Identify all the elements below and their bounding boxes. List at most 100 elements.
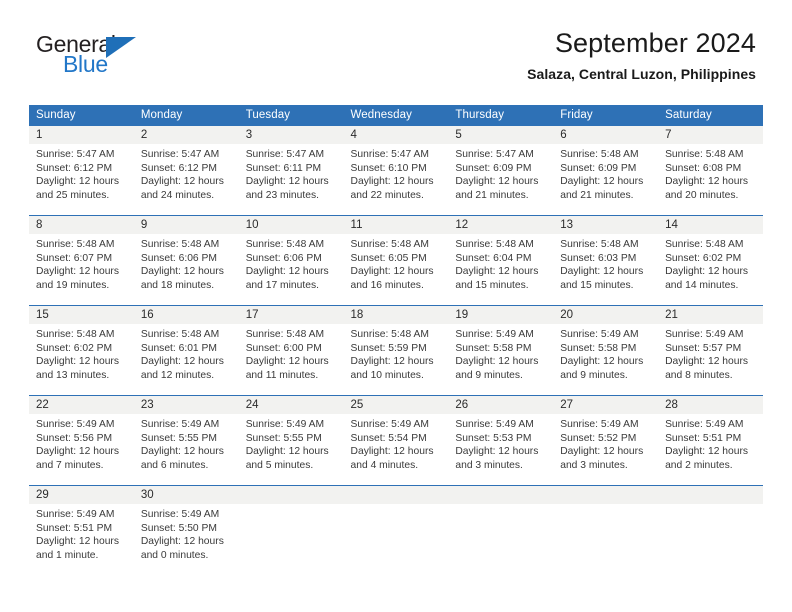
sunrise-text: Sunrise: 5:47 AM: [455, 149, 534, 160]
sunrise-text: Sunrise: 5:49 AM: [665, 419, 744, 430]
sunrise-text: Sunrise: 5:48 AM: [140, 329, 220, 340]
calendar-day-cell[interactable]: 9 Sunrise: 5:48 AM Sunset: 6:06 PM Daylight…: [133, 215, 239, 306]
day-number: 14: [658, 216, 763, 234]
day-number: 15: [29, 306, 134, 324]
daylight-text-line1: Daylight: 12 hours: [350, 176, 434, 188]
weekday-header-row: Sunday Monday Tuesday Wednesday Thursday…: [29, 105, 763, 126]
daylight-text-line1: Daylight: 12 hours: [455, 356, 539, 368]
sunset-text: Sunset: 6:08 PM: [665, 162, 742, 174]
calendar-day-cell[interactable]: 27 Sunrise: 5:49 AM Sunset: 5:52 PM Dayligh…: [553, 395, 659, 486]
sunset-text: Sunset: 5:51 PM: [665, 432, 742, 444]
sunrise-text: Sunrise: 5:48 AM: [245, 239, 325, 250]
sunrise-text: Sunrise: 5:49 AM: [560, 329, 639, 340]
calendar-day-cell[interactable]: 16 Sunrise: 5:48 AM Sunset: 6:01 PM Dayligh…: [133, 305, 239, 396]
day-number: 18: [343, 306, 449, 324]
sunset-text: Sunset: 6:12 PM: [36, 162, 113, 174]
calendar-day-cell[interactable]: 4 Sunrise: 5:47 AM Sunset: 6:10 PM Daylight…: [343, 126, 449, 216]
sunrise-text: Sunrise: 5:48 AM: [36, 239, 115, 250]
day-number: 17: [238, 306, 344, 324]
title-block: September 2024 Salaza, Central Luzon, Ph…: [236, 28, 756, 82]
day-number: 2: [133, 126, 239, 144]
day-number: 8: [29, 216, 134, 234]
calendar-day-cell[interactable]: 21 Sunrise: 5:49 AM Sunset: 5:57 PM Dayligh…: [658, 305, 763, 396]
day-details: Sunrise: 5:49 AM Sunset: 5:55 PM Daylight:…: [134, 414, 239, 472]
day-number: 25: [343, 396, 449, 414]
day-details: Sunrise: 5:48 AM Sunset: 6:08 PM Daylight:…: [658, 144, 763, 202]
sunset-text: Sunset: 6:10 PM: [350, 162, 427, 174]
sunset-text: Sunset: 5:53 PM: [455, 432, 532, 444]
calendar-day-cell[interactable]: 3 Sunrise: 5:47 AM Sunset: 6:11 PM Daylight…: [238, 126, 344, 216]
calendar-day-cell[interactable]: 29 Sunrise: 5:49 AM Sunset: 5:51 PM Dayligh…: [29, 485, 134, 575]
calendar-day-cell[interactable]: 6 Sunrise: 5:48 AM Sunset: 6:09 PM Daylight…: [553, 126, 659, 216]
daylight-text-line2: and 8 minutes.: [665, 369, 733, 381]
sunset-text: Sunset: 5:58 PM: [455, 342, 532, 354]
sunset-text: Sunset: 6:05 PM: [350, 252, 427, 264]
sunrise-text: Sunrise: 5:48 AM: [350, 239, 429, 250]
calendar-day-cell[interactable]: 8 Sunrise: 5:48 AM Sunset: 6:07 PM Daylight…: [29, 215, 134, 306]
daylight-text-line1: Daylight: 12 hours: [36, 446, 119, 458]
calendar-day-cell[interactable]: 26 Sunrise: 5:49 AM Sunset: 5:53 PM Dayligh…: [448, 395, 554, 486]
daylight-text-line1: Daylight: 12 hours: [140, 536, 224, 548]
calendar-day-cell[interactable]: 14 Sunrise: 5:48 AM Sunset: 6:02 PM Dayligh…: [658, 215, 763, 306]
daylight-text-line2: and 9 minutes.: [560, 369, 628, 381]
calendar-day-cell[interactable]: 30 Sunrise: 5:49 AM Sunset: 5:50 PM Dayligh…: [133, 485, 239, 575]
calendar-body: 1 Sunrise: 5:47 AM Sunset: 6:12 PM Daylight…: [29, 126, 763, 575]
daylight-text-line1: Daylight: 12 hours: [455, 176, 539, 188]
daylight-text-line2: and 13 minutes.: [36, 369, 110, 381]
calendar-day-cell[interactable]: 12 Sunrise: 5:48 AM Sunset: 6:04 PM Dayligh…: [448, 215, 554, 306]
daylight-text-line2: and 9 minutes.: [455, 369, 523, 381]
day-details: Sunrise: 5:49 AM Sunset: 5:51 PM Daylight:…: [29, 504, 134, 562]
calendar-day-cell[interactable]: 17 Sunrise: 5:48 AM Sunset: 6:00 PM Dayligh…: [238, 305, 344, 396]
sunrise-text: Sunrise: 5:49 AM: [140, 419, 220, 430]
daylight-text-line1: Daylight: 12 hours: [665, 176, 749, 188]
daylight-text-line2: and 18 minutes.: [140, 279, 215, 291]
page-subtitle: Salaza, Central Luzon, Philippines: [527, 66, 756, 83]
calendar-day-cell[interactable]: 15 Sunrise: 5:48 AM Sunset: 6:02 PM Dayligh…: [29, 305, 134, 396]
sunrise-text: Sunrise: 5:49 AM: [140, 509, 220, 520]
calendar-page: General Blue September 2024 Salaza, Cent…: [0, 0, 792, 612]
daylight-text-line1: Daylight: 12 hours: [560, 176, 644, 188]
calendar-day-cell[interactable]: 28 Sunrise: 5:49 AM Sunset: 5:51 PM Dayligh…: [658, 395, 763, 486]
day-details: Sunrise: 5:48 AM Sunset: 6:06 PM Daylight:…: [239, 234, 344, 292]
day-details: Sunrise: 5:49 AM Sunset: 5:58 PM Daylight:…: [448, 324, 553, 382]
calendar-day-cell[interactable]: 22 Sunrise: 5:49 AM Sunset: 5:56 PM Dayligh…: [29, 395, 134, 486]
general-blue-logo[interactable]: General Blue: [36, 33, 216, 85]
daylight-text-line1: Daylight: 12 hours: [455, 446, 539, 458]
day-number: [448, 486, 554, 504]
sunset-text: Sunset: 6:12 PM: [140, 162, 217, 174]
day-details: Sunrise: 5:48 AM Sunset: 6:02 PM Daylight:…: [29, 324, 134, 382]
calendar-day-cell[interactable]: 7 Sunrise: 5:48 AM Sunset: 6:08 PM Daylight…: [658, 126, 763, 216]
calendar-day-cell[interactable]: 19 Sunrise: 5:49 AM Sunset: 5:58 PM Dayligh…: [448, 305, 554, 396]
day-details: Sunrise: 5:49 AM Sunset: 5:52 PM Daylight:…: [553, 414, 658, 472]
day-details: Sunrise: 5:48 AM Sunset: 6:09 PM Daylight:…: [553, 144, 658, 202]
calendar-day-cell[interactable]: 18 Sunrise: 5:48 AM Sunset: 5:59 PM Dayligh…: [343, 305, 449, 396]
daylight-text-line2: and 0 minutes.: [140, 549, 209, 561]
day-number: [343, 486, 449, 504]
daylight-text-line1: Daylight: 12 hours: [245, 446, 329, 458]
calendar-day-cell[interactable]: 1 Sunrise: 5:47 AM Sunset: 6:12 PM Daylight…: [29, 126, 134, 216]
daylight-text-line2: and 11 minutes.: [245, 369, 319, 381]
calendar-day-cell[interactable]: 13 Sunrise: 5:48 AM Sunset: 6:03 PM Dayligh…: [553, 215, 659, 306]
calendar-day-cell[interactable]: 20 Sunrise: 5:49 AM Sunset: 5:58 PM Dayligh…: [553, 305, 659, 396]
calendar-day-cell[interactable]: 24 Sunrise: 5:49 AM Sunset: 5:55 PM Dayligh…: [238, 395, 344, 486]
daylight-text-line2: and 3 minutes.: [455, 459, 523, 471]
calendar-day-cell[interactable]: 2 Sunrise: 5:47 AM Sunset: 6:12 PM Daylight…: [133, 126, 239, 216]
calendar-day-cell[interactable]: 11 Sunrise: 5:48 AM Sunset: 6:05 PM Dayligh…: [343, 215, 449, 306]
day-number: 22: [29, 396, 134, 414]
calendar-day-cell[interactable]: 25 Sunrise: 5:49 AM Sunset: 5:54 PM Dayligh…: [343, 395, 449, 486]
daylight-text-line1: Daylight: 12 hours: [245, 176, 329, 188]
daylight-text-line2: and 10 minutes.: [350, 369, 424, 381]
daylight-text-line2: and 3 minutes.: [560, 459, 628, 471]
daylight-text-line1: Daylight: 12 hours: [140, 446, 224, 458]
calendar-day-cell[interactable]: 10 Sunrise: 5:48 AM Sunset: 6:06 PM Dayligh…: [238, 215, 344, 306]
calendar-day-cell-empty: [658, 485, 763, 575]
calendar-day-cell[interactable]: 23 Sunrise: 5:49 AM Sunset: 5:55 PM Dayligh…: [133, 395, 239, 486]
sunrise-text: Sunrise: 5:48 AM: [36, 329, 115, 340]
sunrise-text: Sunrise: 5:48 AM: [140, 239, 220, 250]
sunrise-text: Sunrise: 5:48 AM: [455, 239, 534, 250]
calendar-day-cell-empty: [553, 485, 659, 575]
sunset-text: Sunset: 5:59 PM: [350, 342, 427, 354]
daylight-text-line2: and 17 minutes.: [245, 279, 319, 291]
day-number: 28: [658, 396, 763, 414]
calendar-day-cell[interactable]: 5 Sunrise: 5:47 AM Sunset: 6:09 PM Daylight…: [448, 126, 554, 216]
